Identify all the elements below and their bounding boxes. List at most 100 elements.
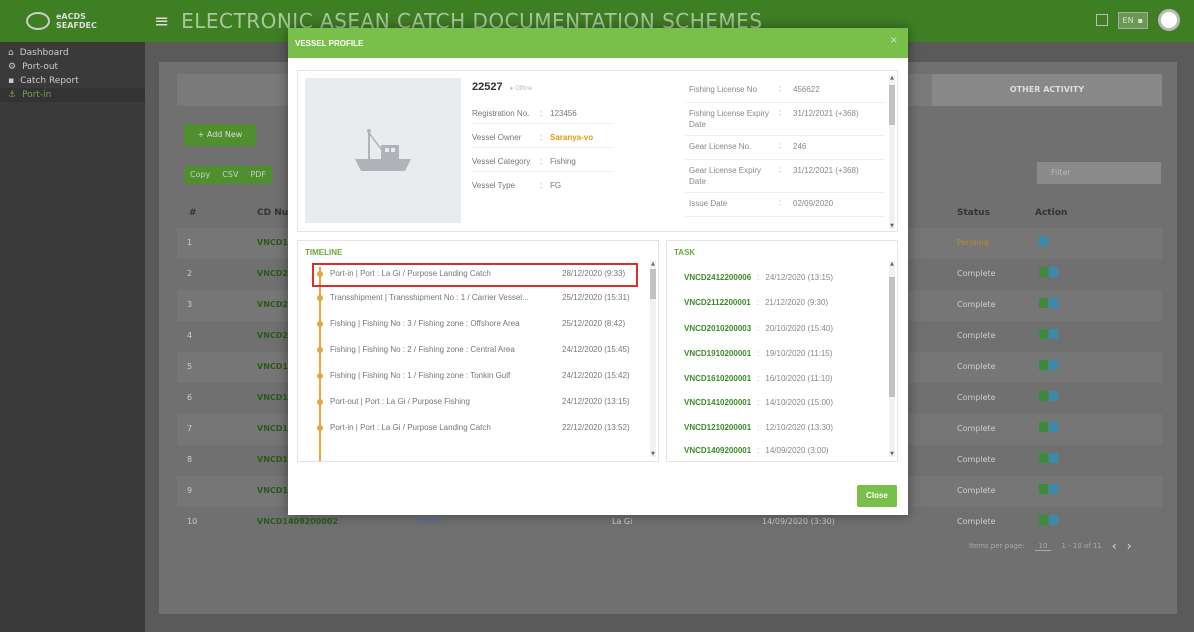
print-icon[interactable] [1039,329,1048,339]
license-label: Fishing License No [689,85,758,94]
scroll-up-icon[interactable]: ▲ [889,261,895,267]
external-link-icon[interactable] [1095,14,1108,26]
task-id[interactable]: VNCD2010200003 [684,324,751,333]
timeline-dot-icon [317,321,323,327]
task-item[interactable]: VNCD1409200001:14/09/2020 (3:00) [684,446,829,455]
status-badge: Complete [957,455,996,464]
close-icon[interactable]: × [890,35,898,46]
timeline-item[interactable]: Fishing | Fishing No : 2 / Fishing zone … [312,339,638,363]
view-icon[interactable] [1049,515,1058,525]
timeline-text: Port-in | Port : La Gi / Purpose Landing… [330,269,491,278]
scroll-up-icon[interactable]: ▲ [889,75,895,81]
license-scrollbar[interactable]: ▲ ▼ [889,75,895,229]
print-icon[interactable] [1039,267,1048,277]
scroll-down-icon[interactable]: ▼ [650,451,656,457]
export-buttons: Copy CSV PDF [184,166,273,184]
sidebar-item-dashboard[interactable]: ⌂ Dashboard [0,46,145,60]
task-item[interactable]: VNCD2412200006:24/12/2020 (13:15) [684,273,833,282]
task-item[interactable]: VNCD1910200001:19/10/2020 (11:15) [684,349,832,358]
task-id[interactable]: VNCD1910200001 [684,349,751,358]
task-id[interactable]: VNCD1210200001 [684,423,751,432]
status-badge: Pending [957,238,989,247]
copy-button[interactable]: Copy [184,166,216,184]
timeline-item[interactable]: Port-in | Port : La Gi / Purpose Landing… [312,417,638,441]
print-icon[interactable] [1039,484,1048,494]
timeline-item[interactable]: Fishing | Fishing No : 3 / Fishing zone … [312,313,638,337]
scroll-up-icon[interactable]: ▲ [650,261,656,267]
task-scrollbar[interactable]: ▲ ▼ [889,261,895,457]
print-icon[interactable] [1039,515,1048,525]
action-buttons [1039,360,1058,370]
view-icon[interactable] [1049,484,1058,494]
sidebar-item-catch-report[interactable]: ▪ Catch Report [0,74,145,88]
task-id[interactable]: VNCD1610200001 [684,374,751,383]
add-new-button[interactable]: + Add New [184,124,256,146]
timeline-text: Fishing | Fishing No : 2 / Fishing zone … [330,345,515,354]
task-item[interactable]: VNCD1410200001:14/10/2020 (15:00) [684,398,833,407]
print-icon[interactable] [1039,422,1048,432]
scroll-thumb[interactable] [650,269,656,299]
column-header-status[interactable]: Status [957,208,990,218]
sidebar-item-label: Port-in [22,90,52,100]
field-separator: : [540,109,543,118]
task-item[interactable]: VNCD2112200001:21/12/2020 (9:30) [684,298,828,307]
task-id[interactable]: VNCD1409200001 [684,446,751,455]
scroll-down-icon[interactable]: ▼ [889,451,895,457]
view-icon[interactable] [1039,236,1048,246]
scroll-thumb[interactable] [889,85,895,125]
language-flag-icon[interactable]: ▪ [1138,16,1143,25]
language-switch[interactable]: EN ▪ [1117,11,1148,29]
sidebar-item-label: Dashboard [19,48,69,58]
sidebar-item-label: Port-out [22,62,59,72]
task-id[interactable]: VNCD1410200001 [684,398,751,407]
previous-page-icon[interactable]: ‹ [1112,539,1117,553]
task-item[interactable]: VNCD1610200001:16/10/2020 (11:10) [684,374,832,383]
view-icon[interactable] [1049,298,1058,308]
paginator: Items per page: 10 1 - 10 of 11 ‹ › [969,539,1132,553]
timeline-item[interactable]: Port-in | Port : La Gi / Purpose Landing… [312,263,638,287]
task-item[interactable]: VNCD1210200001:12/10/2020 (13:30) [684,423,833,432]
tab-other-activity[interactable]: OTHER ACTIVITY [932,74,1162,106]
task-id[interactable]: VNCD2112200001 [684,298,751,307]
license-list[interactable]: Fishing License No: 456622 Fishing Licens… [685,79,885,229]
logo-line-1: eACDS [56,12,86,21]
scroll-thumb[interactable] [889,277,895,397]
items-per-page-select[interactable]: 10 [1034,542,1052,551]
view-icon[interactable] [1049,391,1058,401]
view-icon[interactable] [1049,422,1058,432]
task-item[interactable]: VNCD2010200003:20/10/2020 (15:40) [684,324,833,333]
license-row: Issue Date: 02/09/2020 [685,193,885,217]
close-button[interactable]: Close [857,485,897,507]
print-icon[interactable] [1039,360,1048,370]
view-icon[interactable] [1049,329,1058,339]
user-avatar-icon[interactable] [1158,9,1180,31]
pdf-button[interactable]: PDF [244,166,272,184]
print-icon[interactable] [1039,453,1048,463]
next-page-icon[interactable]: › [1127,539,1132,553]
app-logo[interactable]: eACDS SEAFDEC [0,0,140,42]
sidebar-item-port-out[interactable]: ⚙ Port-out [0,60,145,74]
csv-button[interactable]: CSV [216,166,244,184]
vessel-number[interactable]: 99999 [417,517,442,526]
filter-input[interactable]: Filter [1037,162,1161,184]
sidebar-item-port-in[interactable]: ⚓ Port-in [0,88,145,102]
view-icon[interactable] [1049,267,1058,277]
cd-number[interactable]: VNCD1409200002 [257,517,338,526]
timeline-date: 25/12/2020 (8:42) [562,319,626,328]
view-icon[interactable] [1049,453,1058,463]
scroll-down-icon[interactable]: ▼ [889,223,895,229]
print-icon[interactable] [1039,298,1048,308]
task-date: 24/12/2020 (13:15) [765,273,834,282]
task-date: 14/09/2020 (3:00) [765,446,829,455]
print-icon[interactable] [1039,391,1048,401]
language-en[interactable]: EN [1123,16,1134,25]
timeline-item[interactable]: Transshipment | Transshipment No : 1 / C… [312,287,638,311]
field-value[interactable]: Saranya-vo [550,133,593,142]
view-icon[interactable] [1049,360,1058,370]
task-id[interactable]: VNCD2412200006 [684,273,751,282]
timeline-item[interactable]: Port-out | Port : La Gi / Purpose Fishin… [312,391,638,415]
timeline-scrollbar[interactable]: ▲ ▼ [650,261,656,457]
timeline-item[interactable]: Fishing | Fishing No : 1 / Fishing zone … [312,365,638,389]
menu-toggle-icon[interactable]: ≡ [154,11,169,32]
action-buttons [1039,298,1058,308]
